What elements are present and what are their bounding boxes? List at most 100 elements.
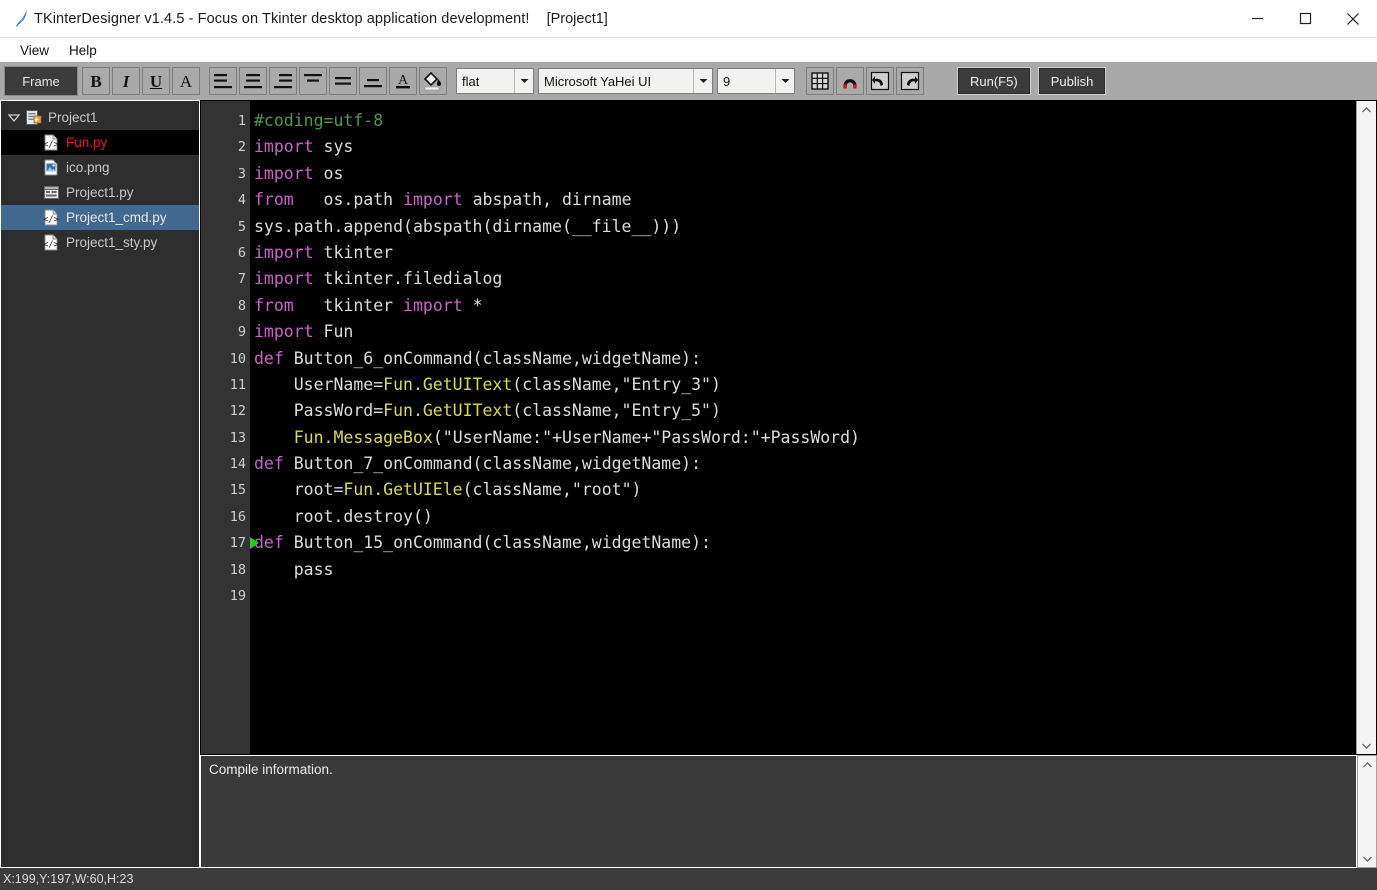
line-number: 3 — [237, 165, 246, 182]
code-editor[interactable]: 1 2 3 4 5 6 7 8 9 10 11 12 13 14 15 16 17 18 19 #coding=ut… — [200, 100, 1377, 755]
font-family-select[interactable]: Microsoft YaHei UI — [538, 68, 713, 94]
tree-item-fun-py[interactable]: </> Fun.py — [1, 130, 199, 155]
code-token: from — [254, 190, 294, 210]
window-title: TKinterDesigner v1.4.5 - Focus on Tkinte… — [34, 10, 530, 27]
code-line: import os — [254, 161, 1356, 187]
italic-button[interactable]: I — [112, 67, 140, 95]
tree-item-project1-py[interactable]: Project1.py — [1, 180, 199, 205]
publish-button[interactable]: Publish — [1037, 67, 1107, 95]
code-token: root= — [254, 480, 344, 500]
font-size-value: 9 — [723, 73, 731, 89]
code-token: from — [254, 295, 294, 315]
relief-value: flat — [462, 73, 480, 89]
fill-bucket-icon[interactable] — [419, 67, 447, 95]
line-number: 13 — [229, 429, 246, 446]
chevron-down-icon[interactable] — [775, 69, 794, 93]
line-number: 18 — [229, 561, 246, 578]
align-left-button[interactable] — [209, 67, 237, 95]
scroll-down-icon[interactable] — [1357, 737, 1377, 754]
scroll-track[interactable] — [1357, 118, 1376, 737]
project-icon — [25, 109, 42, 126]
tree-item-ico-png[interactable]: ico.png — [1, 155, 199, 180]
line-number: 6 — [237, 244, 246, 261]
compile-area: Compile information. — [200, 755, 1377, 868]
font-size-select[interactable]: 9 — [717, 68, 795, 94]
window-project-tag: [Project1] — [546, 10, 608, 27]
align-bottom-button[interactable] — [359, 67, 387, 95]
underline-button[interactable]: U — [142, 67, 170, 95]
code-line: PassWord=Fun.GetUIText(className,"Entry_… — [254, 398, 1356, 424]
align-top-button[interactable] — [299, 67, 327, 95]
code-token: Fun.GetUIEle — [343, 480, 463, 500]
magnet-button[interactable] — [836, 67, 864, 95]
scroll-up-icon[interactable] — [1357, 101, 1377, 118]
tree-item-project1-sty-py[interactable]: </> Project1_sty.py — [1, 230, 199, 255]
tree-item-label: Project1_cmd.py — [66, 210, 167, 225]
svg-text:</>: </> — [43, 215, 58, 225]
code-line: import tkinter.filedialog — [254, 266, 1356, 292]
tree-item-label: Project1.py — [66, 185, 134, 200]
relief-select[interactable]: flat — [456, 68, 534, 94]
font-style-button[interactable]: A — [172, 67, 200, 95]
minimize-button[interactable] — [1233, 0, 1281, 38]
code-line: import Fun — [254, 319, 1356, 345]
line-number: 15 — [229, 482, 246, 499]
code-file-icon: </> — [43, 209, 60, 226]
code-line: Fun.MessageBox("UserName:"+UserName+"Pas… — [254, 425, 1356, 451]
compile-information-text: Compile information. — [209, 762, 333, 777]
window-controls — [1233, 0, 1377, 38]
menu-item-view[interactable]: View — [10, 41, 59, 60]
foreground-color-button[interactable]: A — [389, 67, 417, 95]
code-token: import — [254, 269, 314, 289]
editor-vertical-scrollbar[interactable] — [1356, 101, 1376, 754]
image-file-icon — [43, 159, 60, 176]
grid-button[interactable] — [806, 67, 834, 95]
project-tree[interactable]: Project1 </> Fun.py ico.png Project1.py … — [0, 100, 200, 752]
tree-root-project1[interactable]: Project1 — [1, 105, 199, 130]
font-family-value: Microsoft YaHei UI — [544, 73, 652, 89]
code-token: import — [254, 137, 314, 157]
code-token: import — [254, 242, 314, 262]
code-token: root.destroy() — [254, 506, 433, 526]
code-token: os.path — [293, 190, 404, 210]
widget-type-label[interactable]: Frame — [4, 66, 78, 96]
bold-button[interactable]: B — [82, 67, 110, 95]
scroll-down-icon[interactable] — [1357, 850, 1377, 867]
scroll-up-icon[interactable] — [1357, 756, 1377, 773]
chevron-down-icon[interactable] — [693, 69, 712, 93]
undo-button[interactable] — [866, 67, 894, 95]
compile-information-panel[interactable]: Compile information. — [200, 755, 1357, 868]
menu-item-help[interactable]: Help — [59, 41, 107, 60]
redo-button[interactable] — [896, 67, 924, 95]
compile-vertical-scrollbar[interactable] — [1357, 755, 1377, 868]
code-token: pass — [254, 559, 334, 579]
code-token: sys — [313, 137, 354, 157]
code-line: def Button_6_onCommand(className,widgetN… — [254, 346, 1356, 372]
title-bar: TKinterDesigner v1.4.5 - Focus on Tkinte… — [0, 0, 1377, 38]
properties-panel[interactable] — [0, 751, 200, 868]
line-number: 14 — [229, 456, 246, 473]
application-window: TKinterDesigner v1.4.5 - Focus on Tkinte… — [0, 0, 1377, 890]
code-token: #coding=utf-8 — [254, 111, 384, 130]
tree-item-project1-cmd-py[interactable]: </> Project1_cmd.py — [1, 205, 199, 230]
run-button[interactable]: Run(F5) — [957, 67, 1031, 95]
code-line: root.destroy() — [254, 504, 1356, 530]
align-center-button[interactable] — [239, 67, 267, 95]
line-number: 1 — [237, 113, 246, 129]
line-number: 4 — [237, 192, 246, 209]
code-text-area[interactable]: #coding=utf-8 import sys import os from os.… — [250, 101, 1356, 754]
align-middle-button[interactable] — [329, 67, 357, 95]
current-line-marker-icon — [250, 537, 259, 550]
maximize-button[interactable] — [1281, 0, 1329, 38]
code-line: #coding=utf-8 — [254, 108, 1356, 134]
code-file-icon: </> — [43, 134, 60, 151]
code-token: tkinter — [313, 242, 394, 262]
close-button[interactable] — [1329, 0, 1377, 38]
align-right-button[interactable] — [269, 67, 297, 95]
tree-root-label: Project1 — [48, 110, 98, 125]
code-token: import — [403, 190, 463, 210]
line-number: 10 — [229, 350, 246, 367]
chevron-down-icon[interactable] — [7, 113, 21, 122]
chevron-down-icon[interactable] — [514, 69, 533, 93]
